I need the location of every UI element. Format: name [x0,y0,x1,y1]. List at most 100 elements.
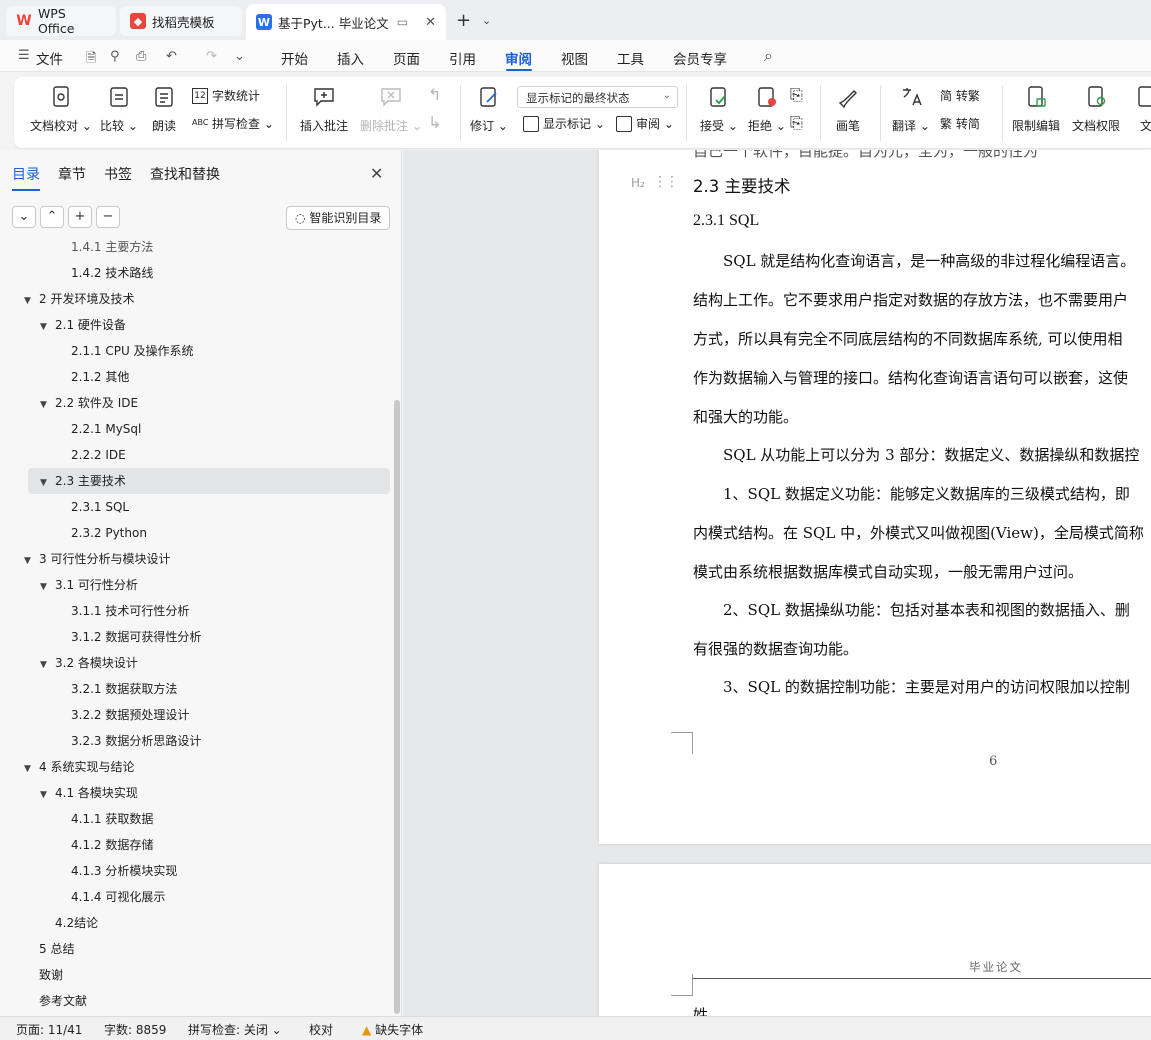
reject-button[interactable]: 拒绝 ⌄ [748,85,786,134]
toc-item[interactable]: 2.2.2 IDE [0,442,126,468]
tab-chapters[interactable]: 章节 [58,164,86,184]
toc-item[interactable]: ▼ 2.3 主要技术 [28,468,390,494]
undo-icon[interactable]: ↶ [166,49,177,64]
toc-item[interactable]: 3.1.2 数据可获得性分析 [0,624,201,650]
restrict-edit-button[interactable]: 限制编辑 [1012,85,1060,134]
menu-insert[interactable]: 插入 [337,48,364,68]
expand-triangle-icon[interactable]: ▼ [40,652,52,678]
expand-triangle-icon[interactable]: ▼ [40,782,52,808]
tab-toc[interactable]: 目录 [12,164,40,191]
toc-item[interactable]: 3.2.1 数据获取方法 [0,676,177,702]
toc-item[interactable]: 4.1.1 获取数据 [0,806,153,832]
review-pane-button[interactable]: 审阅 ⌄ [616,115,674,132]
hamburger-icon[interactable]: ☰ [18,48,30,63]
window-icon[interactable]: ▭ [397,15,408,29]
toc-item[interactable]: ▼ 3.1 可行性分析 [0,572,138,598]
toc-item[interactable]: 3.2.2 数据预处理设计 [0,702,189,728]
toc-item[interactable]: 2.3.1 SQL [0,494,129,520]
redo-icon[interactable]: ↷ [206,49,217,64]
close-icon[interactable]: ✕ [370,164,383,183]
share-icon[interactable]: ⚲ [110,49,120,64]
toc-item[interactable]: 3.1.1 技术可行性分析 [0,598,189,624]
next-change-icon[interactable]: ⎘ [790,113,803,133]
drag-handle-icon[interactable]: ⋮⋮ [653,174,679,190]
toc-item[interactable]: ▼ 2 开发环境及技术 [0,286,134,312]
menu-reference[interactable]: 引用 [449,48,476,68]
expand-triangle-icon[interactable]: ▼ [24,756,36,782]
menu-file[interactable]: 文件 [36,48,63,68]
spell-check-status[interactable]: 拼写检查: 关闭 ⌄ [188,1021,282,1038]
compare-button[interactable]: 比较 ⌄ [100,85,138,134]
translate-button[interactable]: 翻译 ⌄ [892,85,930,134]
save-icon[interactable]: 🗎 [86,49,96,71]
chevron-down-icon[interactable]: ⌄ [482,14,491,27]
smart-toc-button[interactable]: ◌ 智能识别目录 [286,206,390,230]
close-tab-icon[interactable]: ✕ [425,15,436,30]
toc-item[interactable]: 2.2.1 MySql [0,416,141,442]
expand-triangle-icon[interactable]: ▼ [24,288,36,314]
toc-item[interactable]: 2.3.2 Python [0,520,147,546]
toc-item[interactable]: ▼ 2.2 软件及 IDE [0,390,138,416]
tab-docer-templates[interactable]: ◆ 找稻壳模板 [120,6,242,36]
toc-item[interactable]: 3.2.3 数据分析思路设计 [0,728,201,754]
toc-item[interactable]: 2.1.2 其他 [0,364,129,390]
toc-item[interactable]: 1.4.2 技术路线 [0,260,153,286]
word-count-button[interactable]: 12 字数统计 [192,87,260,104]
toc-item[interactable]: 1.4.1 主要方法 [0,240,153,260]
word-count-status[interactable]: 字数: 8859 [104,1021,166,1038]
toc-item[interactable]: 4.2结论 [0,910,98,936]
delete-comment-button[interactable]: 删除批注 ⌄ [360,85,422,134]
read-aloud-button[interactable]: 朗读 [152,85,176,134]
print-preview-icon[interactable]: ⎙ [136,49,146,64]
doc-proof-button[interactable]: 文档校对 ⌄ [30,85,92,134]
prev-change-icon[interactable]: ⎘ [790,85,803,105]
plus-icon[interactable]: + [456,10,471,31]
toc-item[interactable]: 4.1.3 分析模块实现 [0,858,177,884]
to-traditional-button[interactable]: 简 转繁 [940,87,980,104]
next-comment-icon[interactable]: ↳ [428,113,441,132]
show-markup-button[interactable]: 显示标记 ⌄ [523,115,605,132]
pen-button[interactable]: 画笔 [836,85,860,134]
doc-permission-button[interactable]: 文档权限 [1072,85,1120,134]
toc-item[interactable]: 2.1.1 CPU 及操作系统 [0,338,194,364]
toc-item[interactable]: ▼ 3.2 各模块设计 [0,650,138,676]
accept-button[interactable]: 接受 ⌄ [700,85,738,134]
spell-check-button[interactable]: ABC 拼写检查 ⌄ [192,115,274,132]
menu-page[interactable]: 页面 [393,48,420,68]
expand-triangle-icon[interactable]: ▼ [40,392,52,418]
expand-triangle-icon[interactable]: ▼ [40,470,52,496]
expand-triangle-icon[interactable]: ▼ [40,574,52,600]
revise-button[interactable]: 修订 ⌄ [470,85,508,134]
document-canvas[interactable]: 自己一个软件，目能提。自为元，全为，一般的性为 H₂ ⋮⋮ 2.3 主要技术 2… [403,150,1151,1016]
toc-item[interactable]: 4.1.4 可视化展示 [0,884,165,910]
expand-triangle-icon[interactable]: ▼ [40,314,52,340]
toc-item[interactable]: 致谢 [0,962,63,988]
menu-review[interactable]: 审阅 [505,48,532,68]
toc-item[interactable]: ▼ 4.1 各模块实现 [0,780,138,806]
toc-item[interactable]: 4.1.2 数据存储 [0,832,153,858]
tab-wps-office[interactable]: W WPS Office [6,6,116,36]
menu-view[interactable]: 视图 [561,48,588,68]
missing-font-status[interactable]: ▲ 缺失字体 [362,1021,423,1038]
remove-level-button[interactable]: − [96,206,120,228]
proof-status[interactable]: 校对 [309,1021,333,1038]
tab-find-replace[interactable]: 查找和替换 [150,164,220,184]
search-icon[interactable]: ⌕ [764,46,773,66]
toc-item[interactable]: ▼ 4 系统实现与结论 [0,754,134,780]
expand-triangle-icon[interactable]: ▼ [24,548,36,574]
menu-tools[interactable]: 工具 [617,48,644,68]
markup-state-select[interactable]: 显示标记的最终状态 ⌄ [517,86,678,108]
insert-comment-button[interactable]: 插入批注 [300,85,348,134]
collapse-down-button[interactable]: ⌄ [12,206,36,228]
more-doc-button[interactable]: 文 [1134,85,1151,134]
toc-item[interactable]: ▼ 2.1 硬件设备 [0,312,126,338]
page-indicator[interactable]: 页面: 11/41 [16,1021,82,1038]
expand-up-button[interactable]: ⌃ [40,206,64,228]
toc-item[interactable]: 5 总结 [0,936,74,962]
tab-bookmarks[interactable]: 书签 [104,164,132,184]
more-chevron-icon[interactable]: ⌄ [234,49,245,64]
toc-item[interactable]: ▼ 3 可行性分析与模块设计 [0,546,170,572]
menu-start[interactable]: 开始 [281,48,308,68]
toc-scrollbar[interactable] [394,400,400,1014]
menu-member[interactable]: 会员专享 [673,48,727,68]
